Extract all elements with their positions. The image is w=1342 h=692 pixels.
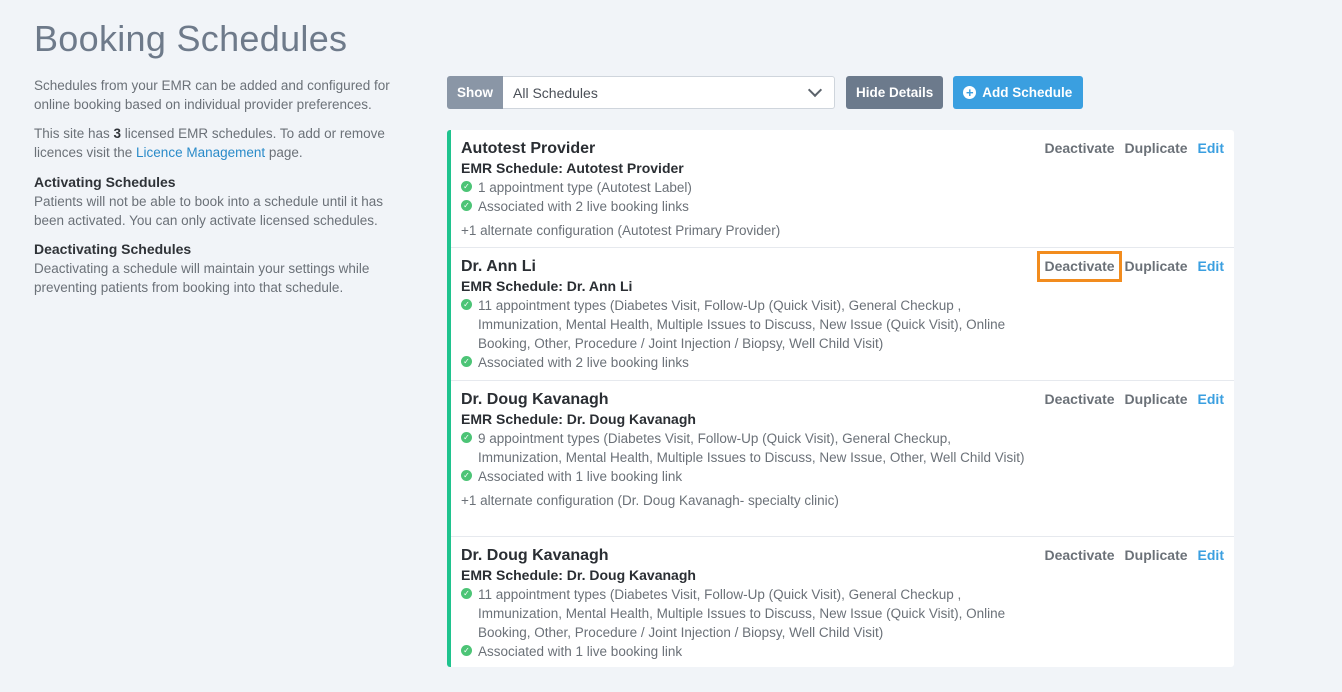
edit-button[interactable]: Edit	[1198, 547, 1224, 564]
check-circle-icon: ✓	[461, 299, 472, 310]
schedule-actions: Deactivate Duplicate Edit	[1044, 547, 1224, 564]
appointment-types: ✓ 11 appointment types (Diabetes Visit, F…	[461, 296, 1038, 353]
check-circle-icon: ✓	[461, 588, 472, 599]
chevron-down-icon	[807, 82, 823, 98]
hide-details-button[interactable]: Hide Details	[846, 76, 944, 109]
check-circle-icon: ✓	[461, 181, 472, 192]
deactivating-text: Deactivating a schedule will maintain yo…	[34, 261, 370, 295]
check-circle-icon: ✓	[461, 470, 472, 481]
alternate-configuration: +1 alternate configuration (Autotest Pri…	[461, 223, 781, 238]
show-label: Show	[447, 76, 503, 109]
deactivate-button[interactable]: Deactivate	[1044, 391, 1114, 408]
emr-schedule: EMR Schedule: Dr. Doug Kavanagh	[461, 411, 696, 427]
edit-button[interactable]: Edit	[1198, 391, 1224, 408]
schedule-actions: Deactivate Duplicate Edit	[1044, 391, 1224, 408]
edit-button[interactable]: Edit	[1198, 140, 1224, 157]
booking-links: ✓ Associated with 1 live booking link	[461, 642, 1038, 661]
deactivate-button[interactable]: Deactivate	[1044, 547, 1114, 564]
activating-text: Patients will not be able to book into a…	[34, 194, 383, 228]
appointment-types: ✓ 9 appointment types (Diabetes Visit, Fo…	[461, 429, 1038, 467]
duplicate-button[interactable]: Duplicate	[1125, 391, 1188, 408]
deactivating-section: Deactivating Schedules Deactivating a sc…	[34, 239, 406, 297]
schedule-card: Dr. Ann Li EMR Schedule: Dr. Ann Li ✓ 11 …	[451, 248, 1234, 381]
toolbar: Show All Schedules Hide Details + Add Sc…	[447, 76, 1084, 109]
page-title: Booking Schedules	[34, 18, 348, 59]
activating-section: Activating Schedules Patients will not b…	[34, 172, 406, 230]
sidebar: Schedules from your EMR can be added and…	[34, 76, 406, 306]
activating-heading: Activating Schedules	[34, 174, 176, 190]
duplicate-button[interactable]: Duplicate	[1125, 547, 1188, 564]
appointment-types: ✓ 11 appointment types (Diabetes Visit, F…	[461, 585, 1038, 642]
filter-value: All Schedules	[513, 84, 598, 101]
licence-count: 3	[113, 126, 122, 141]
schedule-actions: Deactivate Duplicate Edit	[1044, 140, 1224, 157]
deactivating-heading: Deactivating Schedules	[34, 241, 192, 257]
check-circle-icon: ✓	[461, 432, 472, 443]
duplicate-button[interactable]: Duplicate	[1125, 258, 1188, 275]
appointment-types: ✓ 1 appointment type (Autotest Label)	[461, 178, 1038, 197]
emr-schedule: EMR Schedule: Dr. Ann Li	[461, 278, 633, 294]
deactivate-button[interactable]: Deactivate	[1044, 140, 1114, 157]
check-circle-icon: ✓	[461, 200, 472, 211]
booking-links: ✓ Associated with 2 live booking links	[461, 353, 1038, 372]
intro-text: Schedules from your EMR can be added and…	[34, 78, 390, 112]
schedule-list: Autotest Provider EMR Schedule: Autotest…	[447, 130, 1234, 667]
duplicate-button[interactable]: Duplicate	[1125, 140, 1188, 157]
add-schedule-button[interactable]: + Add Schedule	[953, 76, 1084, 109]
plus-circle-icon: +	[963, 86, 977, 99]
emr-schedule: EMR Schedule: Dr. Doug Kavanagh	[461, 567, 696, 583]
edit-button[interactable]: Edit	[1198, 258, 1224, 275]
booking-links: ✓ Associated with 2 live booking links	[461, 197, 1038, 216]
deactivate-button[interactable]: Deactivate	[1037, 251, 1122, 282]
check-circle-icon: ✓	[461, 645, 472, 656]
schedule-card: Autotest Provider EMR Schedule: Autotest…	[451, 130, 1234, 248]
schedule-filter-select[interactable]: All Schedules	[503, 76, 835, 109]
booking-links: ✓ Associated with 1 live booking link	[461, 467, 1038, 486]
licence-text: This site has 3 licensed EMR schedules. …	[34, 126, 385, 160]
schedule-card: Dr. Doug Kavanagh EMR Schedule: Dr. Doug…	[451, 537, 1234, 667]
check-circle-icon: ✓	[461, 356, 472, 367]
schedule-card: Dr. Doug Kavanagh EMR Schedule: Dr. Doug…	[451, 381, 1234, 537]
emr-schedule: EMR Schedule: Autotest Provider	[461, 160, 684, 176]
schedule-actions: Deactivate Duplicate Edit	[1037, 251, 1224, 282]
licence-management-link[interactable]: Licence Management	[136, 145, 265, 160]
add-schedule-label: Add Schedule	[982, 85, 1073, 100]
alternate-configuration: +1 alternate configuration (Dr. Doug Kav…	[461, 493, 839, 508]
